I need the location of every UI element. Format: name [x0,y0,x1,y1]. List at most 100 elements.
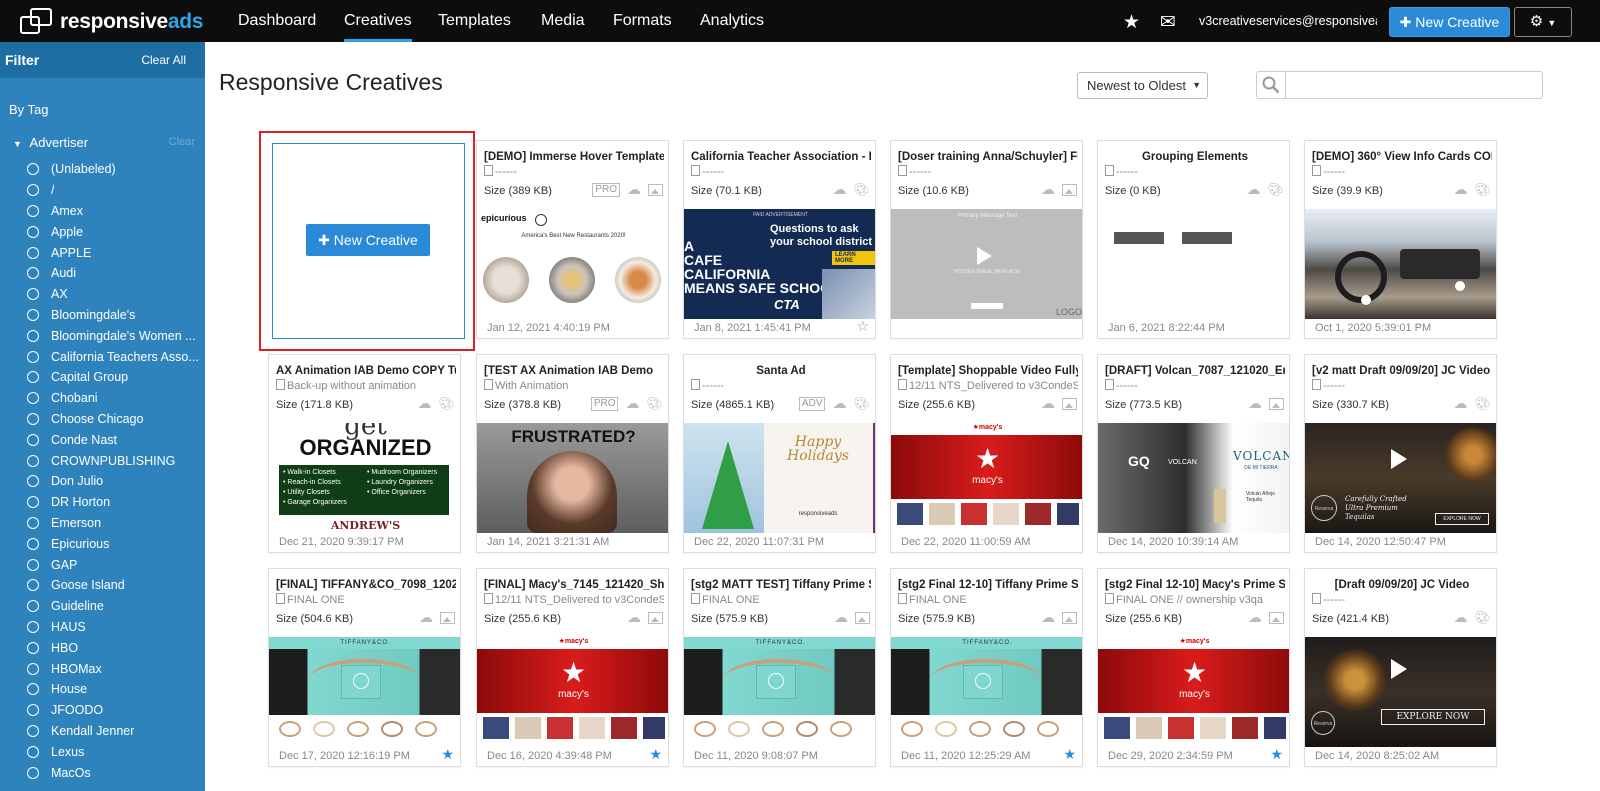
advertiser-option[interactable]: Conde Nast [27,429,205,450]
radio-button[interactable] [27,600,39,613]
radio-button[interactable] [27,496,39,509]
creative-title[interactable]: [FINAL] TIFFANY&CO_7098_12020 [276,579,456,591]
nav-creatives[interactable]: Creatives [344,0,412,42]
radio-button[interactable] [27,641,39,654]
search-box[interactable] [1256,71,1543,99]
favorites-star-icon[interactable]: ★ [1123,11,1140,34]
radio-button[interactable] [27,433,39,446]
creative-thumbnail[interactable]: PAID ADVERTISEMENT Questions to ask your … [684,209,875,319]
creative-card[interactable]: [v2 matt Draft 09/09/20] JC Video ------ S… [1304,354,1497,553]
radio-button[interactable] [27,204,39,217]
radio-button[interactable] [27,683,39,696]
radio-button[interactable] [27,704,39,717]
radio-button[interactable] [27,537,39,550]
nav-templates[interactable]: Templates [438,0,511,42]
creative-thumbnail[interactable] [1098,209,1289,319]
creative-card[interactable]: Santa Ad ------ Size (4865.1 KB) ADV ☁ 🎨︎ Hap… [683,354,876,553]
settings-dropdown-button[interactable]: ⚙ ▼ [1514,7,1572,37]
advertiser-option[interactable]: JFOODO [27,700,205,721]
nav-analytics[interactable]: Analytics [700,0,764,42]
advertiser-option[interactable]: Emerson [27,513,205,534]
favorite-star-outline-icon[interactable]: ☆ [856,318,869,335]
radio-button[interactable] [27,620,39,633]
creative-card[interactable]: [Draft 09/09/20] JC Video ------ Size (421… [1304,568,1497,767]
creative-card[interactable]: [stg2 Final 12-10] Macy's Prime Sh FINAL … [1097,568,1290,767]
advertiser-option[interactable]: Capital Group [27,367,205,388]
radio-button[interactable] [27,766,39,779]
creative-card[interactable]: [stg2 Final 12-10] Tiffany Prime Sh FINAL… [890,568,1083,767]
radio-button[interactable] [27,475,39,488]
creative-thumbnail[interactable]: TIFFANY&CO. [891,637,1082,747]
advertiser-group-header[interactable]: ▼ Advertiser Clear [13,135,195,150]
radio-button[interactable] [27,288,39,301]
advertiser-option[interactable]: Bloomingdale's [27,305,205,326]
creative-thumbnail[interactable]: get ORGANIZED • Walk-in Closets • Reach-i… [269,423,460,533]
radio-button[interactable] [27,308,39,321]
creative-card[interactable]: [Template] Shoppable Video Fully 12/11 NT… [890,354,1083,553]
radio-button[interactable] [27,745,39,758]
creative-thumbnail[interactable]: Primary Message Text POSTER IMAGE (REPLA… [891,209,1082,319]
radio-button[interactable] [27,163,39,176]
favorite-star-icon[interactable]: ★ [1063,746,1076,763]
radio-button[interactable] [27,516,39,529]
creative-title[interactable]: [stg2 MATT TEST] Tiffany Prime Sl [691,579,871,591]
creative-thumbnail[interactable]: ★macy's ★ macy's [477,637,668,747]
creative-card[interactable]: AX Animation IAB Demo COPY Tu Back-up wit… [268,354,461,553]
creative-title[interactable]: [stg2 Final 12-10] Macy's Prime Sh [1105,579,1285,591]
radio-button[interactable] [27,558,39,571]
creative-title[interactable]: [v2 matt Draft 09/09/20] JC Video [1312,365,1492,377]
radio-button[interactable] [27,246,39,259]
favorite-star-icon[interactable]: ★ [1270,746,1283,763]
radio-button[interactable] [27,392,39,405]
creative-card[interactable]: Grouping Elements ------ Size (0 KB) ☁ 🎨︎ Ja… [1097,140,1290,339]
creative-card[interactable]: [stg2 MATT TEST] Tiffany Prime Sl FINAL O… [683,568,876,767]
creative-title[interactable]: [FINAL] Macy's_7145_121420_Sho [484,579,664,591]
radio-button[interactable] [27,329,39,342]
creative-card[interactable]: [Doser training Anna/Schuyler] Fu ------ S… [890,140,1083,339]
creative-thumbnail[interactable]: EXPLORE NOW Reserva [1305,637,1496,747]
creative-card[interactable]: California Teacher Association - Fl -----… [683,140,876,339]
clear-all-link[interactable]: Clear All [141,53,186,67]
advertiser-option[interactable]: House [27,679,205,700]
advertiser-option[interactable]: Kendall Jenner [27,721,205,742]
radio-button[interactable] [27,350,39,363]
radio-button[interactable] [27,267,39,280]
creative-title[interactable]: [DEMO] Immerse Hover Template [484,151,664,163]
creative-card[interactable]: [TEST AX Animation IAB Demo With Animatio… [476,354,669,553]
search-icon[interactable] [1257,72,1286,98]
nav-formats[interactable]: Formats [613,0,672,42]
radio-button[interactable] [27,371,39,384]
creative-card[interactable]: [FINAL] TIFFANY&CO_7098_12020 FINAL ONE Si… [268,568,461,767]
responsiveads-logo[interactable]: responsiveads [20,8,203,36]
advertiser-option[interactable]: HAUS [27,617,205,638]
advertiser-option[interactable]: Guideline [27,596,205,617]
creative-card[interactable]: [FINAL] Macy's_7145_121420_Sho 12/11 NTS_… [476,568,669,767]
creative-title[interactable]: [TEST AX Animation IAB Demo [484,365,664,377]
advertiser-option[interactable]: HBO [27,637,205,658]
creative-thumbnail[interactable] [1305,209,1496,319]
creative-title[interactable]: Santa Ad [691,365,871,377]
creative-card[interactable]: [DEMO] Immerse Hover Template ------ Size … [476,140,669,339]
creative-title[interactable]: Grouping Elements [1105,151,1285,163]
favorite-star-icon[interactable]: ★ [441,746,454,763]
creative-title[interactable]: [DRAFT] Volcan_7087_121020_Eng [1105,365,1285,377]
new-creative-card[interactable]: ✚ New Creative [272,143,465,339]
advertiser-option[interactable]: Choose Chicago [27,409,205,430]
advertiser-option[interactable]: GAP [27,554,205,575]
radio-button[interactable] [27,184,39,197]
advertiser-option[interactable]: DR Horton [27,492,205,513]
advertiser-option[interactable]: Chobani [27,388,205,409]
creative-thumbnail[interactable]: epicurious America's Best New Restaurant… [477,209,668,319]
advertiser-option[interactable]: / [27,180,205,201]
creative-title[interactable]: AX Animation IAB Demo COPY Tu [276,365,456,377]
advertiser-option[interactable]: CROWNPUBLISHING [27,450,205,471]
advertiser-option[interactable]: AX [27,284,205,305]
radio-button[interactable] [27,454,39,467]
nav-dashboard[interactable]: Dashboard [238,0,316,42]
advertiser-option[interactable]: Apple [27,221,205,242]
creative-thumbnail[interactable]: TIFFANY&CO. [684,637,875,747]
creative-thumbnail[interactable]: Reserva Carefully Crafted Ultra Premium Te… [1305,423,1496,533]
advertiser-option[interactable]: HBOMax [27,658,205,679]
advertiser-option[interactable]: Bloomingdale's Women ... [27,325,205,346]
advertiser-option[interactable]: Don Julio [27,471,205,492]
